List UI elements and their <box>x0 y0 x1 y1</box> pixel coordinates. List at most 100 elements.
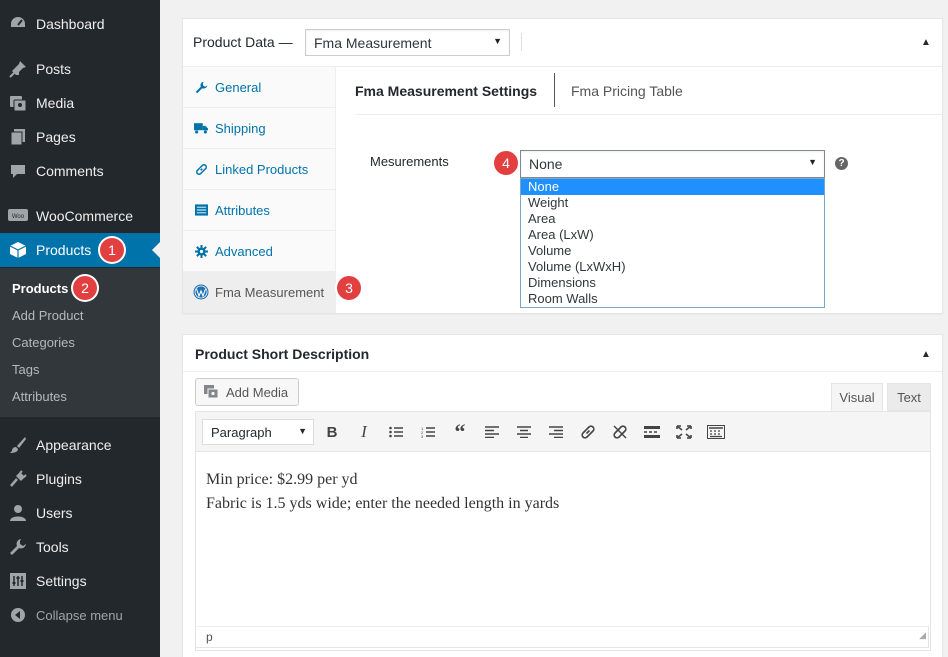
submenu-categories[interactable]: Categories <box>12 335 75 350</box>
unlink-icon[interactable] <box>609 422 631 442</box>
tab-shipping[interactable]: Shipping <box>183 108 335 149</box>
products-submenu: Products 2 Add Product Categories Tags A… <box>0 268 160 417</box>
select-arrow-icon: ▼ <box>808 157 817 167</box>
menu-comments[interactable]: Comments <box>0 154 160 188</box>
collapse-toggle-icon[interactable]: ▲ <box>921 349 931 360</box>
measurement-subtabs: Fma Measurement Settings Fma Pricing Tab… <box>355 71 942 115</box>
submenu-tags[interactable]: Tags <box>12 362 39 377</box>
paintbrush-icon <box>8 435 28 455</box>
element-path: p <box>206 630 213 644</box>
product-data-header: Product Data — Fma Measurement ▼ ▲ <box>183 19 942 67</box>
option-none[interactable]: None <box>521 179 824 195</box>
menu-label: Media <box>36 95 75 111</box>
link-icon[interactable] <box>577 422 599 442</box>
editor-toolbar: Paragraph ▼ B I 123 “ <box>196 412 930 452</box>
submenu-attributes[interactable]: Attributes <box>12 389 67 404</box>
menu-label: WooCommerce <box>36 208 133 224</box>
dashboard-icon <box>8 14 28 34</box>
menu-label: Users <box>36 505 73 521</box>
add-media-button[interactable]: Add Media <box>195 378 299 406</box>
menu-label: Plugins <box>36 471 82 487</box>
align-right-icon[interactable] <box>545 422 567 442</box>
step-badge-1: 1 <box>100 238 124 262</box>
media-icon <box>8 93 28 113</box>
menu-label: Posts <box>36 61 72 77</box>
admin-sidebar: Dashboard Posts Media Pages Comments Woo… <box>0 0 160 657</box>
menu-label: Collapse menu <box>36 607 123 623</box>
tab-attributes[interactable]: Attributes <box>183 190 335 231</box>
option-area-lxw[interactable]: Area (LxW) <box>521 227 824 243</box>
content-line: Min price: $2.99 per yd <box>206 471 358 488</box>
menu-users[interactable]: Users <box>0 496 160 530</box>
option-dimensions[interactable]: Dimensions <box>521 275 824 291</box>
subtab-settings[interactable]: Fma Measurement Settings <box>355 83 537 99</box>
menu-label: Appearance <box>36 437 112 453</box>
short-description-box: Product Short Description ▲ Add Media Vi… <box>182 334 943 657</box>
subtab-pricing-table[interactable]: Fma Pricing Table <box>571 83 683 99</box>
menu-appearance[interactable]: Appearance <box>0 428 160 462</box>
step-badge-2: 2 <box>73 276 97 300</box>
menu-products[interactable]: Products <box>0 233 160 267</box>
option-volume-lxwxh[interactable]: Volume (LxWxH) <box>521 259 824 275</box>
option-weight[interactable]: Weight <box>521 195 824 211</box>
wrench-icon <box>8 537 28 557</box>
option-room-walls[interactable]: Room Walls <box>521 291 824 307</box>
read-more-icon[interactable] <box>641 422 663 442</box>
wordpress-icon <box>193 284 209 300</box>
italic-icon[interactable]: I <box>353 422 375 442</box>
toolbar-toggle-icon[interactable] <box>705 422 727 442</box>
blockquote-icon[interactable]: “ <box>449 419 471 444</box>
measurements-select[interactable]: None ▼ <box>520 150 825 178</box>
comments-icon <box>8 161 28 181</box>
tab-label: Advanced <box>215 243 273 259</box>
tab-linked-products[interactable]: Linked Products <box>183 149 335 190</box>
option-volume[interactable]: Volume <box>521 243 824 259</box>
menu-settings[interactable]: Settings <box>0 564 160 598</box>
collapse-toggle-icon[interactable]: ▲ <box>921 37 931 48</box>
menu-woocommerce[interactable]: Woo WooCommerce <box>0 199 160 233</box>
product-type-select[interactable]: Fma Measurement ▼ <box>305 29 510 56</box>
menu-media[interactable]: Media <box>0 86 160 120</box>
list-icon <box>193 204 209 216</box>
collapse-icon <box>8 605 28 625</box>
editor-statusbar: p ◢ <box>195 626 929 648</box>
menu-dashboard[interactable]: Dashboard <box>0 7 160 41</box>
menu-plugins[interactable]: Plugins <box>0 462 160 496</box>
format-select[interactable]: Paragraph ▼ <box>202 419 314 445</box>
submenu-products[interactable]: Products <box>12 281 68 296</box>
fullscreen-icon[interactable] <box>673 422 695 442</box>
box-icon <box>8 240 28 260</box>
tab-visual[interactable]: Visual <box>831 383 883 411</box>
editor-content[interactable]: Min price: $2.99 per yd Fabric is 1.5 yd… <box>206 468 559 516</box>
menu-label: Products <box>36 242 92 258</box>
tab-general[interactable]: General <box>183 67 335 108</box>
woocommerce-icon: Woo <box>8 206 28 226</box>
select-arrow-icon: ▼ <box>298 426 307 436</box>
tab-text[interactable]: Text <box>887 383 931 411</box>
plug-icon <box>8 469 28 489</box>
help-icon[interactable]: ? <box>835 157 848 170</box>
submenu-add-product[interactable]: Add Product <box>12 308 84 323</box>
collapse-menu[interactable]: Collapse menu <box>0 598 160 632</box>
tab-label: Attributes <box>215 202 270 218</box>
add-media-label: Add Media <box>226 384 289 400</box>
tab-advanced[interactable]: Advanced <box>183 231 335 272</box>
header-divider <box>183 371 942 372</box>
svg-text:Woo: Woo <box>12 214 25 220</box>
bold-icon[interactable]: B <box>321 422 343 442</box>
product-data-title: Product Data — <box>193 34 293 50</box>
tab-fma-measurement[interactable]: Fma Measurement <box>183 272 335 313</box>
tab-label: Shipping <box>215 120 266 136</box>
link-icon <box>193 163 209 176</box>
tab-label: General <box>215 79 262 95</box>
bullet-list-icon[interactable] <box>385 422 407 442</box>
resize-handle-icon[interactable]: ◢ <box>919 625 926 645</box>
numbered-list-icon[interactable]: 123 <box>417 422 439 442</box>
option-area[interactable]: Area <box>521 211 824 227</box>
menu-pages[interactable]: Pages <box>0 120 160 154</box>
menu-posts[interactable]: Posts <box>0 52 160 86</box>
align-center-icon[interactable] <box>513 422 535 442</box>
menu-tools[interactable]: Tools <box>0 530 160 564</box>
product-data-tabs: General Shipping Linked Products Attribu… <box>183 67 336 313</box>
align-left-icon[interactable] <box>481 422 503 442</box>
